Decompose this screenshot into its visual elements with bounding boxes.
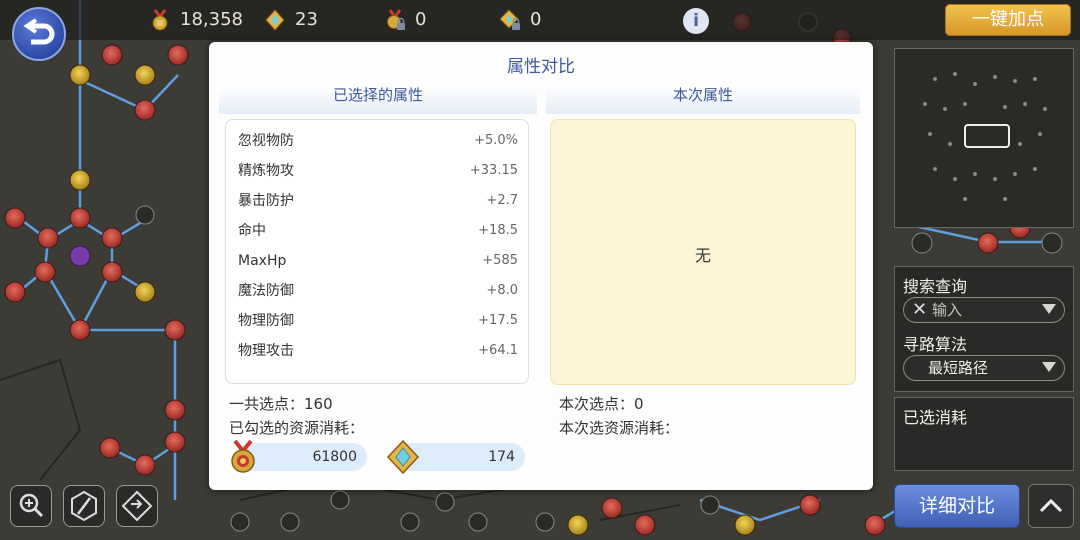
attribute-value: +17.5 xyxy=(478,313,518,328)
search-input[interactable]: ✕ 输入 xyxy=(903,297,1065,323)
total-points-text: 一共选点：160 xyxy=(229,395,333,413)
locked-medal-icon xyxy=(387,9,405,30)
list-item: 命中 +18.5 xyxy=(238,216,518,246)
collapse-button[interactable] xyxy=(1028,484,1074,528)
list-item: 暴击防护 +2.7 xyxy=(238,186,518,216)
medal-icon xyxy=(152,9,168,31)
current-cost-label: 本次选资源消耗： xyxy=(559,419,680,437)
current-points-text: 本次选点：0 xyxy=(559,395,644,413)
attribute-name: MaxHp xyxy=(238,253,287,269)
locked-crystal-count: 0 xyxy=(530,9,542,30)
attribute-name: 物理攻击 xyxy=(238,343,294,359)
list-item: 忽视物防 +5.0% xyxy=(238,126,518,156)
minimap[interactable] xyxy=(894,48,1074,228)
attribute-value: +64.1 xyxy=(478,343,518,358)
crystal-icon xyxy=(265,9,285,31)
minimap-tree xyxy=(923,72,1047,201)
search-placeholder: 输入 xyxy=(932,301,963,319)
attribute-name: 忽视物防 xyxy=(238,133,294,149)
attribute-value: +2.7 xyxy=(486,193,518,208)
medal-icon xyxy=(231,439,255,473)
detail-compare-button[interactable]: 详细对比 xyxy=(894,484,1020,528)
crystal-cost-value: 174 xyxy=(488,449,515,465)
attribute-value: +18.5 xyxy=(478,223,518,238)
attribute-name: 魔法防御 xyxy=(238,283,294,299)
medal-cost-value: 61800 xyxy=(312,449,357,465)
chevron-down-icon[interactable] xyxy=(1042,362,1056,372)
current-none-text: 无 xyxy=(694,246,711,265)
attribute-value: +8.0 xyxy=(486,283,518,298)
path-algorithm-value: 最短路径 xyxy=(928,359,989,377)
attribute-value: +33.15 xyxy=(469,163,518,178)
info-icon[interactable]: i xyxy=(683,8,709,34)
search-panel: 搜索查询 ✕ 输入 寻路算法 最短路径 xyxy=(894,266,1074,392)
medal-count: 18,358 xyxy=(180,9,243,30)
current-attributes-header: 本次属性 xyxy=(546,84,860,114)
back-arrow-icon xyxy=(23,18,55,45)
crystal-icon xyxy=(386,439,420,475)
auto-add-points-button[interactable]: 一键加点 xyxy=(945,4,1071,36)
list-item: 物理防御 +17.5 xyxy=(238,306,518,336)
crystal-count: 23 xyxy=(295,9,318,30)
edit-button[interactable] xyxy=(63,485,105,527)
zoom-in-button[interactable] xyxy=(10,485,52,527)
clear-icon[interactable]: ✕ xyxy=(912,298,927,322)
selected-attributes-list[interactable]: 忽视物防 +5.0% 精炼物攻 +33.15 暴击防护 +2.7 命中 +18.… xyxy=(225,119,529,384)
back-button[interactable] xyxy=(12,7,66,61)
zoom-in-icon xyxy=(19,493,44,518)
list-item: MaxHp +585 xyxy=(238,246,518,276)
search-label: 搜索查询 xyxy=(903,277,968,296)
swap-icon xyxy=(121,490,153,522)
selected-cost-panel: 已选消耗 xyxy=(894,397,1074,471)
chevron-down-icon[interactable] xyxy=(1042,304,1056,314)
path-algorithm-select[interactable]: 最短路径 xyxy=(903,355,1065,381)
list-item: 物理攻击 +64.1 xyxy=(238,336,518,366)
edit-icon xyxy=(71,490,97,522)
selected-attributes-header: 已选择的属性 xyxy=(219,84,537,114)
swap-button[interactable] xyxy=(116,485,158,527)
attribute-name: 命中 xyxy=(238,223,266,239)
selected-cost-label: 已勾选的资源消耗： xyxy=(229,419,365,437)
attribute-value: +585 xyxy=(482,253,518,268)
attribute-compare-dialog: 属性对比 已选择的属性 本次属性 忽视物防 +5.0% 精炼物攻 +33.15 … xyxy=(209,42,873,490)
list-item: 魔法防御 +8.0 xyxy=(238,276,518,306)
list-item: 精炼物攻 +33.15 xyxy=(238,156,518,186)
selected-cost-label: 已选消耗 xyxy=(903,408,968,427)
chevron-up-icon xyxy=(1039,498,1063,513)
attribute-value: +5.0% xyxy=(474,133,518,148)
dialog-title: 属性对比 xyxy=(507,57,575,77)
attribute-name: 精炼物攻 xyxy=(238,163,294,179)
path-algorithm-label: 寻路算法 xyxy=(903,335,968,354)
current-attributes-panel: 无 xyxy=(550,119,856,385)
attribute-name: 暴击防护 xyxy=(238,193,294,209)
locked-medal-count: 0 xyxy=(415,9,427,30)
locked-crystal-icon xyxy=(499,9,520,30)
attribute-name: 物理防御 xyxy=(238,313,294,329)
